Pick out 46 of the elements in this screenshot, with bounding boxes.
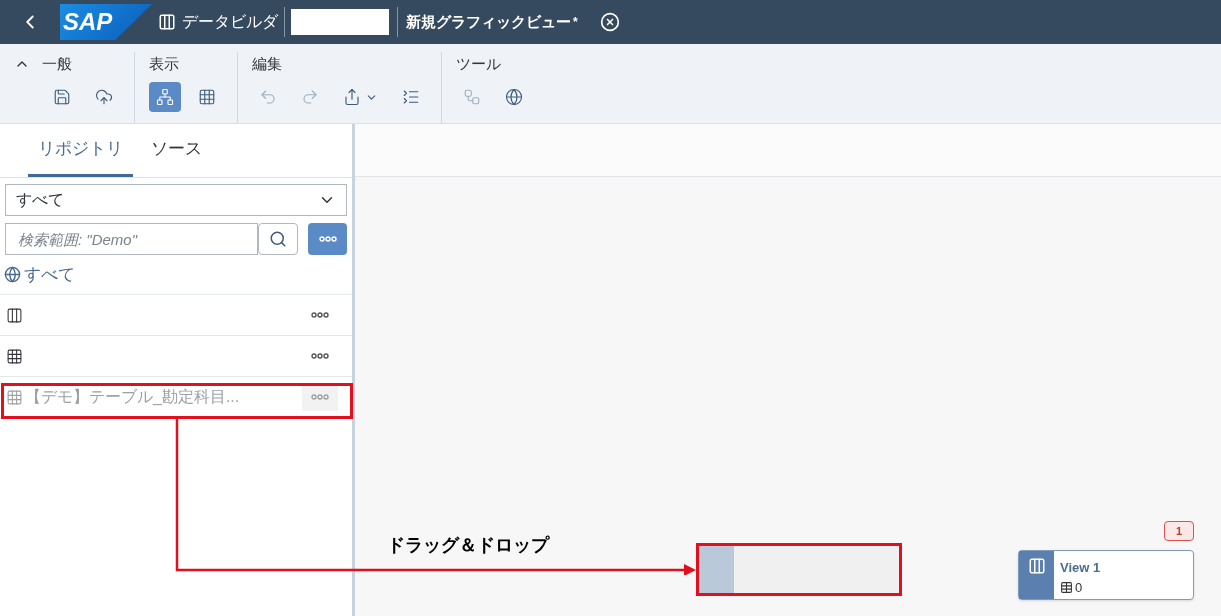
toolbar-group-title: 編集 bbox=[252, 53, 282, 74]
tab[interactable]: ソース bbox=[141, 124, 212, 177]
tab[interactable]: リポジトリ bbox=[28, 124, 133, 177]
node-title: View 1 bbox=[1060, 559, 1101, 577]
view-title: 新規グラフィックビュー bbox=[406, 11, 571, 32]
globe-icon bbox=[4, 266, 21, 283]
toolbar-group-title: 表示 bbox=[149, 53, 179, 74]
save-icon bbox=[53, 88, 71, 106]
redo-icon bbox=[301, 88, 319, 106]
search-field[interactable]: 検索範囲: "Demo" bbox=[5, 223, 258, 255]
table-icon bbox=[198, 88, 216, 106]
view-node[interactable]: View 1 0 bbox=[1018, 550, 1194, 600]
more-icon bbox=[311, 312, 329, 318]
table-icon bbox=[6, 388, 23, 406]
search-button[interactable] bbox=[258, 223, 298, 255]
close-button[interactable] bbox=[599, 12, 620, 32]
graph-button[interactable] bbox=[149, 82, 181, 112]
message-badge[interactable]: 1 bbox=[1164, 521, 1194, 541]
modified-mark: * bbox=[573, 14, 578, 31]
export-icon bbox=[343, 88, 361, 106]
more-icon bbox=[318, 236, 337, 242]
app-title: データビルダ bbox=[182, 12, 278, 32]
column-count: 0 bbox=[1075, 578, 1083, 597]
deploy-icon bbox=[95, 88, 113, 106]
item-label: 【デモ】テーブル_勘定科目... bbox=[25, 387, 240, 407]
graph-icon bbox=[156, 88, 174, 106]
more-icon bbox=[311, 353, 329, 359]
table-icon bbox=[6, 306, 23, 324]
column-icon bbox=[1060, 580, 1073, 594]
close-icon bbox=[599, 12, 620, 32]
search-icon bbox=[269, 230, 287, 248]
table-icon bbox=[6, 347, 23, 365]
outline-icon bbox=[402, 88, 420, 106]
more-button[interactable] bbox=[308, 223, 347, 255]
builder-icon bbox=[158, 13, 176, 31]
logo: SAP bbox=[60, 4, 152, 40]
filter-dropdown[interactable]: すべて bbox=[5, 184, 347, 216]
tree-icon bbox=[463, 88, 481, 106]
more-icon bbox=[311, 394, 329, 400]
toolbar-group-title: ツール bbox=[456, 53, 501, 74]
toolbar-group-title: 一般 bbox=[42, 53, 72, 74]
network-icon bbox=[505, 88, 523, 106]
undo-icon bbox=[259, 88, 277, 106]
annotation-label: ドラッグ＆ドロップ bbox=[387, 534, 549, 557]
view-icon bbox=[1027, 557, 1046, 575]
breadcrumb-link[interactable]: すべて bbox=[24, 261, 75, 288]
